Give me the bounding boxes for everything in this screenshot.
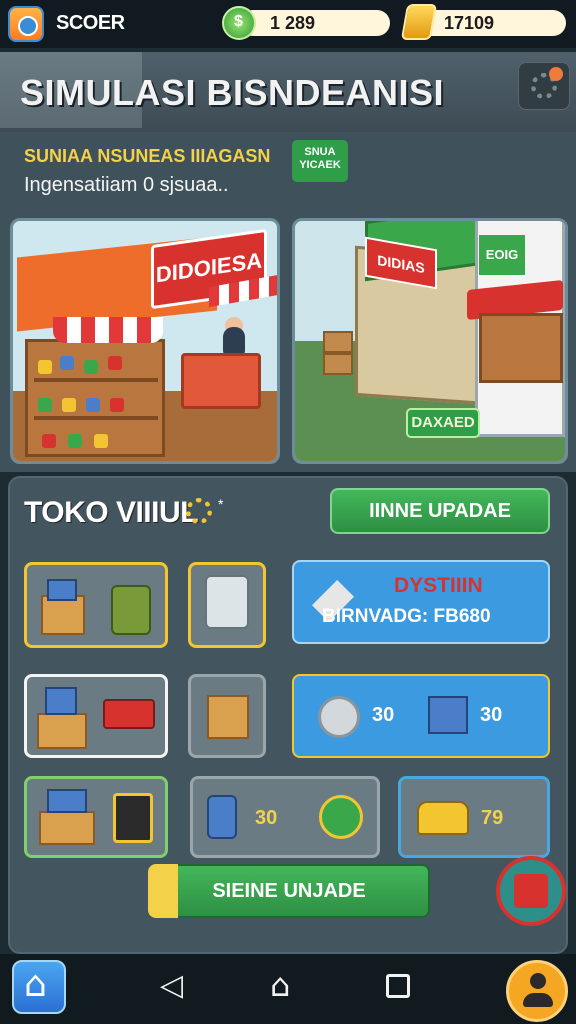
home-icon[interactable] xyxy=(12,960,66,1014)
intro-tag-badge[interactable]: SNUA YICAEK xyxy=(292,140,348,182)
green-badge-icon xyxy=(319,795,363,839)
silver-coin-icon xyxy=(318,696,360,738)
item-tile-crates[interactable] xyxy=(24,674,168,758)
gem-counter: 1 289 xyxy=(240,10,390,36)
gem-icon xyxy=(222,6,256,40)
shop-shelf xyxy=(25,339,165,457)
crate xyxy=(323,331,353,353)
crate xyxy=(323,353,353,375)
app-logo-icon[interactable] xyxy=(8,6,44,42)
upgrade-button[interactable]: SIEINE UNJADE xyxy=(148,864,430,918)
online-update-button[interactable]: IINNE UPADAE xyxy=(330,488,550,534)
page-title: SIMULASI BISNDEANISI xyxy=(20,72,445,113)
vehicle-value: 79 xyxy=(481,807,504,829)
supplies-value: 30 xyxy=(255,807,278,829)
tower-sign: EOIG xyxy=(479,235,525,275)
shop-scene-left[interactable]: DIDOIESA xyxy=(10,218,280,464)
back-icon[interactable]: ◁ xyxy=(160,968,183,1003)
shop-counter xyxy=(181,353,261,409)
upgrade-button-edge xyxy=(148,864,178,918)
car-icon xyxy=(417,801,469,835)
item-tile-cart[interactable] xyxy=(188,562,266,648)
item-tile-boxes[interactable] xyxy=(24,562,168,648)
item-tile-supplies[interactable]: 30 xyxy=(190,776,380,858)
store-title: TOKO VIIIUL xyxy=(24,496,198,529)
coin-counter: 17109 xyxy=(418,10,566,36)
store-star: * xyxy=(218,496,224,512)
settings-button[interactable] xyxy=(518,62,570,110)
notification-dot xyxy=(549,67,563,81)
coin-icon xyxy=(400,4,438,40)
shopkeeper xyxy=(223,327,245,355)
scene-badge: DAXAED xyxy=(406,408,480,438)
featured-card-title: DYSTIIIN xyxy=(394,574,483,597)
reward-value-1: 30 xyxy=(372,704,395,726)
close-icon[interactable] xyxy=(496,856,566,926)
supply-box-icon xyxy=(428,696,468,734)
kiosk xyxy=(479,313,563,383)
reward-value-2: 30 xyxy=(480,704,503,726)
intro-description: Ingensatiiam 0 sjsuaa.. xyxy=(24,174,229,196)
item-tile-stall[interactable] xyxy=(24,776,168,858)
shop-awning xyxy=(53,317,163,343)
recent-apps-icon[interactable] xyxy=(386,974,410,998)
store-gear-icon xyxy=(186,498,212,524)
app-name: SCOER xyxy=(56,12,125,34)
featured-card-subtitle: BIRNVADG: FB680 xyxy=(322,606,491,627)
intro-subtitle: SUNIAA NSUNEAS IIIAGASN xyxy=(24,146,271,166)
item-tile-vehicle[interactable]: 79 xyxy=(398,776,550,858)
profile-icon[interactable] xyxy=(506,960,568,1022)
home-nav-icon[interactable]: ⌂ xyxy=(270,966,290,1004)
item-tile-package[interactable] xyxy=(188,674,266,758)
